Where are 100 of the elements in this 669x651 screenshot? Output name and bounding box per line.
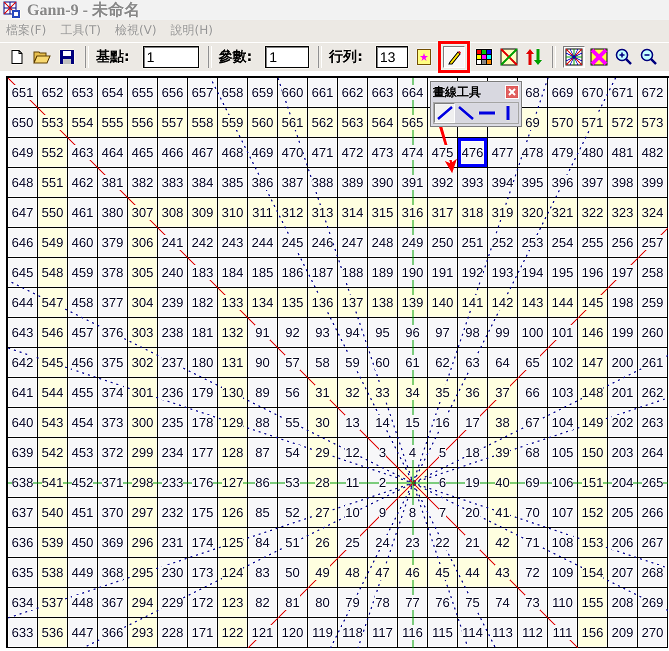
grid-cell[interactable]: 141 [458,288,488,318]
grid-cell[interactable]: 644 [8,288,38,318]
grid-cell[interactable]: 203 [608,438,638,468]
grid-cell[interactable]: 188 [338,258,368,288]
grid-cell[interactable]: 120 [278,618,308,648]
grid-cell[interactable]: 479 [548,138,578,168]
grid-cell[interactable]: 35 [428,378,458,408]
grid-cell[interactable]: 462 [68,168,98,198]
grid-cell[interactable]: 563 [338,108,368,138]
grid-cell[interactable]: 69 [518,468,548,498]
grid-cell[interactable]: 127 [218,468,248,498]
grid-cell[interactable]: 641 [8,378,38,408]
grid-cell[interactable]: 455 [68,378,98,408]
grid-cell[interactable]: 79 [338,588,368,618]
grid-cell[interactable]: 70 [518,498,548,528]
grid-cell[interactable]: 651 [8,78,38,108]
grid-cell[interactable]: 544 [38,378,68,408]
grid-cell[interactable]: 372 [98,438,128,468]
grid-cell[interactable]: 653 [68,78,98,108]
grid-cell[interactable]: 24 [368,528,398,558]
grid-cell[interactable]: 540 [38,498,68,528]
grid-cell[interactable]: 250 [428,228,458,258]
grid-cell[interactable]: 552 [38,138,68,168]
grid-cell[interactable]: 633 [8,618,38,648]
grid-cell[interactable]: 209 [608,618,638,648]
grid-cell[interactable]: 74 [488,588,518,618]
grid-cell[interactable]: 20 [458,498,488,528]
grid-cell[interactable]: 261 [638,348,668,378]
grid-cell[interactable]: 658 [218,78,248,108]
grid-cell[interactable]: 83 [248,558,278,588]
grid-cell[interactable]: 257 [638,228,668,258]
star-lines-button[interactable] [562,46,585,68]
grid-cell[interactable]: 78 [368,588,398,618]
grid-cell[interactable]: 64 [488,348,518,378]
grid-cell[interactable]: 547 [38,288,68,318]
grid-cell[interactable]: 191 [428,258,458,288]
grid-cell[interactable]: 670 [578,78,608,108]
grid-cell[interactable]: 561 [278,108,308,138]
grid-cell[interactable]: 318 [458,198,488,228]
grid-cell[interactable]: 368 [98,558,128,588]
grid-cell[interactable]: 234 [158,438,188,468]
grid-cell[interactable]: 298 [128,468,158,498]
grid-cell[interactable]: 206 [608,528,638,558]
grid-cell[interactable]: 378 [98,258,128,288]
close-button[interactable] [505,85,519,99]
grid-cell[interactable]: 17 [458,408,488,438]
grid-cell[interactable]: 199 [608,318,638,348]
grid-cell[interactable]: 178 [188,408,218,438]
grid-cell[interactable]: 390 [368,168,398,198]
grid-cell[interactable]: 270 [638,618,668,648]
grid-cell[interactable]: 198 [608,288,638,318]
grid-cell[interactable]: 399 [638,168,668,198]
grid-cell[interactable]: 202 [608,408,638,438]
grid-cell[interactable]: 256 [608,228,638,258]
grid-cell[interactable]: 105 [548,438,578,468]
grid-cell[interactable]: 151 [578,468,608,498]
grid-cell[interactable]: 302 [128,348,158,378]
grid-cell[interactable]: 134 [248,288,278,318]
grid-cell[interactable]: 56 [278,378,308,408]
grid-cell[interactable]: 184 [218,258,248,288]
pencil-button[interactable] [442,46,465,68]
grid-cell[interactable]: 240 [158,258,188,288]
grid-cell[interactable]: 117 [368,618,398,648]
grid-cell[interactable]: 245 [278,228,308,258]
grid-cell[interactable]: 37 [488,378,518,408]
grid-cell[interactable]: 148 [578,378,608,408]
grid-cell[interactable]: 366 [98,618,128,648]
grid-cell[interactable]: 2 [368,468,398,498]
grid-cell[interactable]: 262 [638,378,668,408]
grid-cell[interactable]: 639 [8,438,38,468]
grid-cell[interactable]: 383 [158,168,188,198]
grid-cell[interactable]: 181 [188,318,218,348]
grid-cell[interactable]: 475 [428,138,458,168]
grid-cell[interactable]: 45 [428,558,458,588]
grid-cell[interactable]: 470 [278,138,308,168]
grid-cell[interactable]: 93 [308,318,338,348]
grid-cell[interactable]: 467 [188,138,218,168]
grid-cell[interactable]: 207 [608,558,638,588]
rising-line-tool[interactable] [434,103,455,123]
grid-cell[interactable]: 107 [548,498,578,528]
grid-cell[interactable]: 232 [158,498,188,528]
grid-cell[interactable]: 138 [368,288,398,318]
grid-cell[interactable]: 122 [218,618,248,648]
grid-cell[interactable]: 109 [548,558,578,588]
grid-cell[interactable]: 65 [518,348,548,378]
grid-cell[interactable]: 54 [278,438,308,468]
grid-cell[interactable]: 319 [488,198,518,228]
grid-cell[interactable]: 556 [128,108,158,138]
grid-cell[interactable]: 661 [308,78,338,108]
grid-cell[interactable]: 397 [578,168,608,198]
grid-cell[interactable]: 550 [38,198,68,228]
grid-cell[interactable]: 177 [188,438,218,468]
grid-cell[interactable]: 81 [278,588,308,618]
grid-cell[interactable]: 29 [308,438,338,468]
grid-cell[interactable]: 638 [8,468,38,498]
grid-cell[interactable]: 97 [428,318,458,348]
grid-cell[interactable]: 385 [218,168,248,198]
grid-cell[interactable]: 154 [578,558,608,588]
grid-cell[interactable]: 208 [608,588,638,618]
grid-cell[interactable]: 180 [188,348,218,378]
